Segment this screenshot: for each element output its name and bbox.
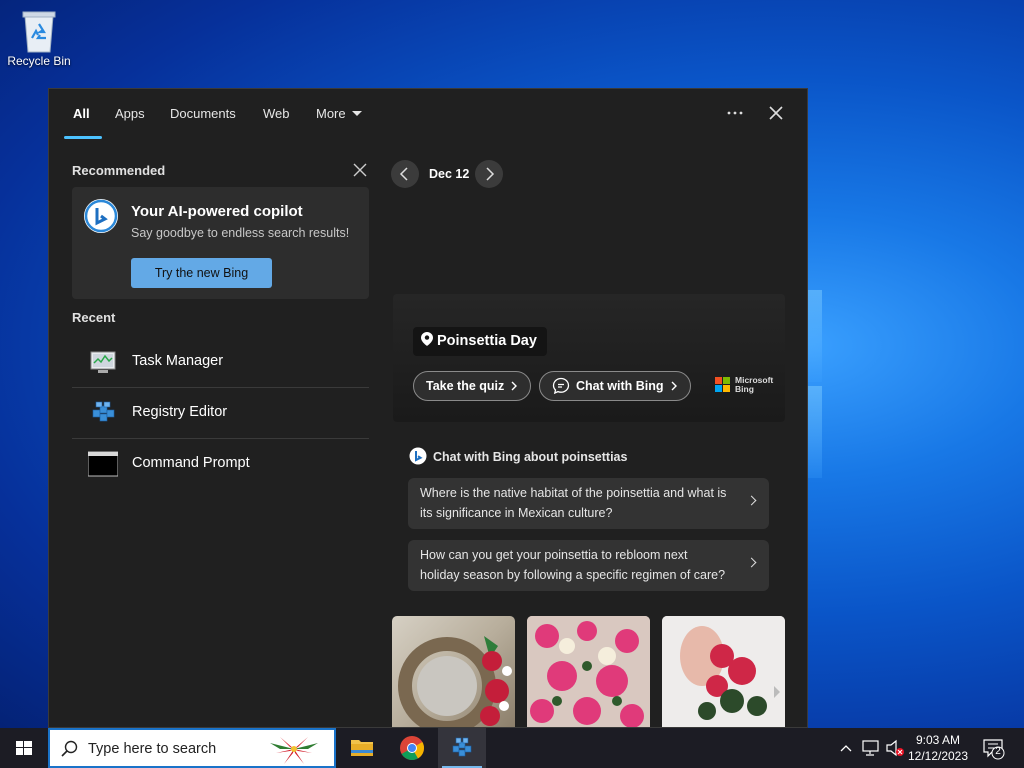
highlight-date: Dec 12 [429, 167, 470, 181]
previous-day-button[interactable] [391, 160, 419, 188]
highlight-tag: Poinsettia Day [413, 327, 547, 356]
poinsettia-search-highlight-icon [270, 737, 318, 764]
active-tab-indicator [64, 136, 102, 139]
poinsettia-image-thumbnail[interactable] [527, 616, 650, 727]
location-pin-icon [421, 332, 433, 346]
tab-apps[interactable]: Apps [115, 106, 145, 121]
question-text: Where is the native habitat of the poins… [420, 486, 727, 520]
close-icon[interactable] [766, 103, 786, 123]
registry-editor-icon [88, 400, 118, 426]
daily-highlight-card[interactable]: Poinsettia Day Take the quiz Chat with B… [393, 294, 785, 422]
chat-heading-label: Chat with Bing about poinsettias [433, 450, 628, 464]
folder-icon [351, 740, 373, 756]
recycle-bin-label: Recycle Bin [7, 54, 71, 68]
taskbar-search-box[interactable]: Type here to search [48, 728, 336, 768]
tab-web[interactable]: Web [263, 106, 290, 121]
recent-item-label: Task Manager [132, 353, 224, 369]
chevron-left-icon [399, 167, 408, 181]
network-icon [862, 740, 879, 756]
microsoft-bing-logo: Microsoft Bing [715, 374, 775, 396]
poinsettia-image-thumbnail[interactable] [392, 616, 515, 727]
chrome-icon [400, 736, 425, 761]
chat-with-bing-label: Chat with Bing [576, 379, 664, 393]
recent-item-task-manager[interactable]: Task Manager [72, 337, 369, 387]
recommended-title: Recommended [72, 163, 166, 178]
clock-time: 9:03 AM [915, 733, 961, 747]
show-hidden-icons-button[interactable] [838, 728, 854, 768]
copilot-recommendation-card: Your AI-powered copilot Say goodbye to e… [72, 187, 369, 299]
taskbar-registry-editor[interactable] [438, 728, 486, 768]
suggested-question[interactable]: How can you get your poinsettia to reblo… [408, 540, 769, 591]
question-text: How can you get your poinsettia to reblo… [420, 548, 726, 582]
taskbar: Type here to search 9:03 AM 12/12/2023 2 [0, 728, 1024, 768]
wallpaper-beam [808, 386, 822, 478]
bing-icon [84, 199, 118, 233]
tab-more[interactable]: More [316, 106, 362, 121]
chat-with-bing-button[interactable]: Chat with Bing [539, 371, 691, 401]
registry-editor-icon [452, 737, 472, 757]
copilot-card-subtitle: Say goodbye to endless search results! [131, 226, 350, 240]
recent-item-label: Command Prompt [132, 455, 250, 471]
chat-bubble-icon [552, 377, 570, 395]
poinsettia-field-image [527, 616, 650, 727]
action-center-button[interactable]: 2 [980, 728, 1010, 768]
search-tabs: All Apps Documents Web More [49, 89, 807, 139]
ms-logo-square [715, 377, 722, 384]
search-placeholder: Type here to search [88, 741, 217, 757]
chevron-down-icon [351, 111, 362, 116]
potted-poinsettia-image [662, 616, 785, 727]
ms-logo-square [723, 385, 730, 392]
suggested-question[interactable]: Where is the native habitat of the poins… [408, 478, 769, 529]
take-quiz-label: Take the quiz [426, 379, 505, 393]
chevron-right-icon [746, 495, 757, 506]
ms-logo-line2: Bing [735, 384, 754, 394]
ms-logo-square [715, 385, 722, 392]
ms-logo-text: Microsoft Bing [735, 376, 773, 394]
recycle-bin-shortcut[interactable]: Recycle Bin [6, 6, 72, 68]
bing-icon [409, 447, 427, 465]
recent-item-registry-editor[interactable]: Registry Editor [72, 388, 369, 438]
recent-title: Recent [72, 310, 116, 325]
recycle-bin-icon [19, 8, 59, 53]
recent-item-command-prompt[interactable]: Command Prompt [72, 439, 369, 489]
tab-more-label: More [316, 106, 346, 121]
highlight-tag-label: Poinsettia Day [437, 333, 537, 349]
clock-date: 12/12/2023 [907, 749, 969, 763]
copilot-card-title: Your AI-powered copilot [131, 203, 303, 220]
chevron-right-icon [511, 381, 517, 391]
take-quiz-button[interactable]: Take the quiz [413, 371, 531, 401]
search-icon [61, 740, 78, 757]
chevron-right-icon [746, 557, 757, 568]
ms-logo-square [723, 377, 730, 384]
tab-all[interactable]: All [73, 106, 90, 121]
taskbar-file-explorer[interactable] [338, 728, 386, 768]
ellipsis-icon[interactable] [725, 103, 745, 123]
dismiss-recommended-close-icon[interactable] [352, 162, 368, 178]
volume-tray-button[interactable] [884, 728, 906, 768]
chevron-up-icon [840, 745, 852, 752]
taskbar-clock[interactable]: 9:03 AM 12/12/2023 [906, 732, 970, 764]
task-manager-icon [88, 349, 118, 375]
network-tray-button[interactable] [860, 728, 882, 768]
chat-heading: Chat with Bing about poinsettias [409, 447, 627, 465]
try-new-bing-button[interactable]: Try the new Bing [131, 258, 272, 288]
taskbar-google-chrome[interactable] [388, 728, 436, 768]
search-panel: All Apps Documents Web More Recommended … [48, 88, 808, 728]
poinsettia-image-thumbnail[interactable] [662, 616, 785, 727]
chevron-right-icon [486, 167, 495, 181]
volume-muted-icon [886, 739, 904, 757]
tab-documents[interactable]: Documents [170, 106, 236, 121]
command-prompt-icon [87, 451, 119, 477]
windows-logo-icon [16, 741, 32, 755]
wallpaper-beam [808, 290, 822, 382]
notification-count-badge: 2 [995, 746, 1001, 757]
recent-item-label: Registry Editor [132, 404, 228, 420]
start-button[interactable] [0, 728, 48, 768]
next-day-button[interactable] [475, 160, 503, 188]
chevron-right-icon [671, 381, 677, 391]
wreath-image [398, 636, 512, 727]
